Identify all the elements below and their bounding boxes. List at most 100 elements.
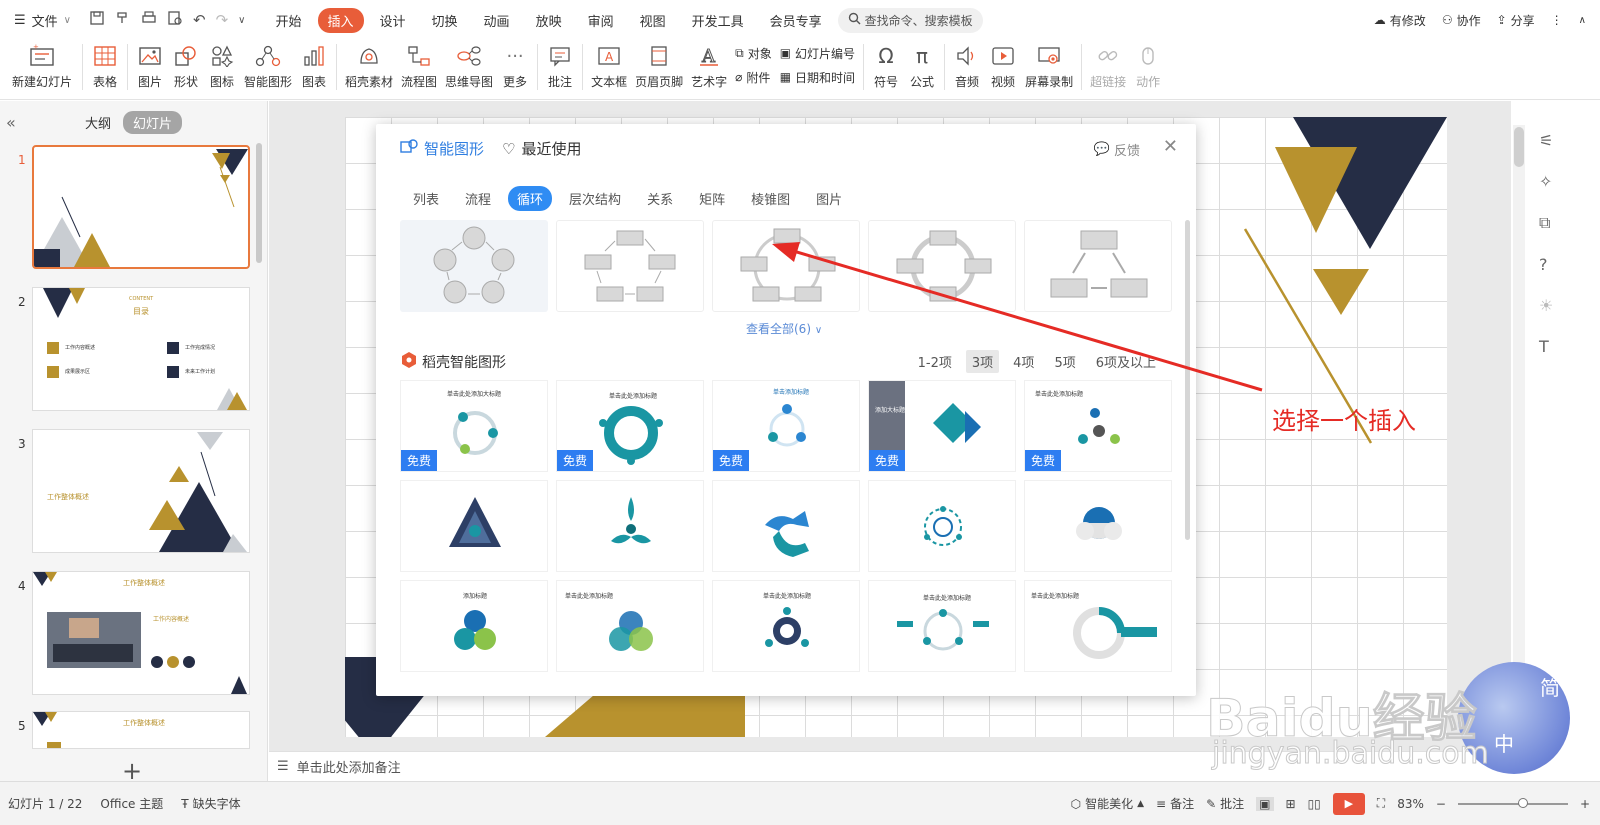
collab-button[interactable]: ⚇ 协作 xyxy=(1442,12,1481,29)
screen-record-button[interactable]: 屏幕录制 xyxy=(1021,40,1077,96)
category-tab-list[interactable]: 列表 xyxy=(404,186,448,211)
category-tab-matrix[interactable]: 矩阵 xyxy=(690,186,734,211)
settings-sliders-icon[interactable]: ⚟ xyxy=(1539,131,1553,150)
more-options-icon[interactable]: ⋮ xyxy=(1551,13,1563,27)
cycle-option[interactable] xyxy=(1024,220,1172,312)
template-card[interactable]: 添加标题 xyxy=(400,580,548,672)
category-tab-picture[interactable]: 图片 xyxy=(807,186,851,211)
tab-transitions[interactable]: 切换 xyxy=(422,8,468,33)
slide-thumbnail[interactable]: CONTENT 目录 工作内容概述 工作完成情况 成果展示区 未来工作计划 xyxy=(32,287,250,411)
tab-insert[interactable]: 插入 xyxy=(317,7,364,33)
tab-developer[interactable]: 开发工具 xyxy=(682,8,754,33)
textbox-button[interactable]: A 文本框 xyxy=(587,40,631,96)
symbol-button[interactable]: Ω 符号 xyxy=(868,40,904,96)
format-painter-icon[interactable] xyxy=(115,10,131,30)
more-button[interactable]: ··· 更多 xyxy=(497,40,533,96)
filter-1-2[interactable]: 1-2项 xyxy=(912,350,958,373)
smart-graphic-button[interactable]: 智能图形 xyxy=(240,40,296,96)
share-button[interactable]: ⇪ 分享 xyxy=(1497,12,1535,29)
category-tab-cycle[interactable]: 循环 xyxy=(508,186,553,211)
view-all-link[interactable]: 查看全部(6) ∨ xyxy=(746,320,822,337)
header-footer-button[interactable]: 页眉页脚 xyxy=(631,40,687,96)
object-button[interactable]: ⧉ 对象 xyxy=(735,44,772,62)
filter-6-plus[interactable]: 6项及以上 xyxy=(1090,350,1162,373)
recent-tab[interactable]: ♡ 最近使用 xyxy=(502,138,581,159)
zoom-level[interactable]: 83% xyxy=(1397,797,1424,811)
zoom-out-button[interactable]: − xyxy=(1436,797,1446,811)
theme-name[interactable]: Office 主题 xyxy=(100,795,163,812)
category-tab-relationship[interactable]: 关系 xyxy=(638,186,682,211)
audio-button[interactable]: 音频 xyxy=(949,40,985,96)
shape-button[interactable]: 形状 xyxy=(168,40,204,96)
wordart-button[interactable]: A 艺术字 xyxy=(687,40,731,96)
notes-toggle[interactable]: ≡ 备注 xyxy=(1156,795,1194,812)
template-card[interactable]: 单击此处添加标题 xyxy=(868,580,1016,672)
redo-icon[interactable]: ↷ xyxy=(216,11,229,29)
cycle-option[interactable] xyxy=(868,220,1016,312)
category-tab-pyramid[interactable]: 棱锥图 xyxy=(742,186,799,211)
filter-4[interactable]: 4项 xyxy=(1007,350,1040,373)
normal-view-icon[interactable]: ▣ xyxy=(1256,796,1274,811)
template-card[interactable]: 单击此处添加标题 xyxy=(1024,580,1172,672)
save-icon[interactable] xyxy=(89,10,105,30)
template-card[interactable] xyxy=(868,480,1016,572)
missing-font-button[interactable]: Ŧ 缺失字体 xyxy=(181,795,240,812)
category-tab-hierarchy[interactable]: 层次结构 xyxy=(560,186,630,211)
print-icon[interactable] xyxy=(141,10,157,30)
collapse-ribbon-icon[interactable]: ∧ xyxy=(1579,15,1586,26)
hyperlink-button[interactable]: 超链接 xyxy=(1086,40,1130,96)
attachment-button[interactable]: ⌀ 附件 xyxy=(735,68,772,86)
docer-material-button[interactable]: 稻壳素材 xyxy=(341,40,397,96)
icon-button[interactable]: 图标 xyxy=(204,40,240,96)
pin-icon[interactable]: ✧ xyxy=(1539,172,1553,191)
beautify-button[interactable]: ⬡ 智能美化 ▲ xyxy=(1071,795,1144,812)
slide-thumbnail[interactable]: 工作整体概述 工作内容概述 xyxy=(32,571,250,695)
undo-icon[interactable]: ↶ xyxy=(193,11,206,29)
template-card[interactable] xyxy=(1024,480,1172,572)
collapse-panel-icon[interactable]: « xyxy=(6,113,16,132)
slide-thumbnail[interactable]: 工作整体概述 xyxy=(32,711,250,749)
datetime-button[interactable]: ▦ 日期和时间 xyxy=(780,68,855,86)
zoom-slider-handle[interactable] xyxy=(1517,797,1528,808)
template-card[interactable]: 单击此处添加大标题 免费 xyxy=(400,380,548,472)
file-menu[interactable]: ☰ 文件 ∨ xyxy=(0,0,81,40)
slide-thumbnail[interactable] xyxy=(32,145,250,269)
flowchart-button[interactable]: 流程图 xyxy=(397,40,441,96)
template-card[interactable]: 单击此处添加标题 xyxy=(712,580,860,672)
tab-home[interactable]: 开始 xyxy=(265,8,311,33)
template-card[interactable] xyxy=(556,480,704,572)
outline-tab[interactable]: 大纲 xyxy=(85,113,111,132)
video-button[interactable]: 视频 xyxy=(985,40,1021,96)
text-icon[interactable]: T xyxy=(1539,337,1553,356)
tab-animations[interactable]: 动画 xyxy=(474,8,520,33)
cycle-option[interactable] xyxy=(556,220,704,312)
cycle-option[interactable] xyxy=(712,220,860,312)
formula-button[interactable]: π 公式 xyxy=(904,40,940,96)
comments-toggle[interactable]: ✎ 批注 xyxy=(1206,795,1244,812)
mindmap-button[interactable]: 思维导图 xyxy=(441,40,497,96)
slide-layout-icon[interactable]: ⧉ xyxy=(1539,213,1553,233)
slides-tab[interactable]: 幻灯片 xyxy=(123,110,183,134)
dialog-scrollbar[interactable] xyxy=(1185,220,1190,540)
template-card[interactable] xyxy=(400,480,548,572)
picture-button[interactable]: 图片 xyxy=(132,40,168,96)
zoom-slider[interactable] xyxy=(1457,797,1568,808)
slide-number-button[interactable]: ▣ 幻灯片编号 xyxy=(780,44,855,62)
cycle-option[interactable] xyxy=(400,220,548,312)
close-icon[interactable]: ✕ xyxy=(1163,136,1178,157)
tab-design[interactable]: 设计 xyxy=(370,8,416,33)
tab-review[interactable]: 审阅 xyxy=(578,8,624,33)
thumbnail-scrollbar[interactable] xyxy=(256,143,262,263)
tab-member[interactable]: 会员专享 xyxy=(760,8,832,33)
new-slide-button[interactable]: + 新建幻灯片 xyxy=(6,40,78,96)
reading-view-icon[interactable]: ▯▯ xyxy=(1308,797,1321,811)
zoom-in-button[interactable]: + xyxy=(1580,797,1590,811)
customize-toolbar-icon[interactable]: ∨ xyxy=(238,15,245,26)
chart-button[interactable]: 图表 xyxy=(296,40,332,96)
comment-button[interactable]: 批注 xyxy=(542,40,578,96)
template-card[interactable]: 单击此处添加标题 免费 xyxy=(1024,380,1172,472)
filter-3[interactable]: 3项 xyxy=(965,350,1000,373)
action-button[interactable]: 动作 xyxy=(1130,40,1166,96)
sorter-view-icon[interactable]: ⊞ xyxy=(1286,797,1296,811)
play-slideshow-button[interactable]: ▶ xyxy=(1332,792,1365,815)
